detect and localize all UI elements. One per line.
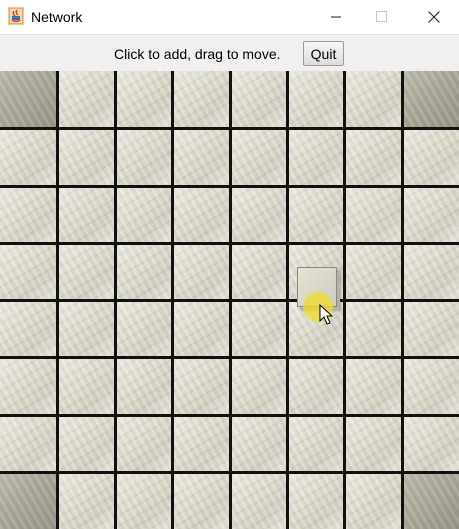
- grid-cell[interactable]: [346, 71, 401, 127]
- close-icon: [428, 11, 440, 23]
- grid-cell[interactable]: [346, 359, 401, 414]
- grid-cell[interactable]: [404, 417, 459, 471]
- maximize-icon: [376, 11, 387, 22]
- grid-cell[interactable]: [0, 188, 56, 242]
- grid-cell[interactable]: [59, 245, 114, 299]
- grid-cell[interactable]: [404, 245, 459, 299]
- grid-cell[interactable]: [232, 71, 286, 127]
- grid-cell[interactable]: [404, 130, 459, 185]
- grid-cell[interactable]: [174, 359, 229, 414]
- grid-cell[interactable]: [346, 417, 401, 471]
- grid-cell[interactable]: [289, 130, 343, 185]
- minimize-button[interactable]: [314, 0, 360, 34]
- grid-cell[interactable]: [0, 417, 56, 471]
- grid-cell[interactable]: [59, 188, 114, 242]
- grid-cell[interactable]: [289, 71, 343, 127]
- grid-cell[interactable]: [289, 474, 343, 529]
- mouse-pointer-icon: [319, 304, 334, 325]
- grid-cell[interactable]: [117, 130, 171, 185]
- grid-cell[interactable]: [232, 417, 286, 471]
- grid-cell[interactable]: [346, 302, 401, 356]
- minimize-icon: [331, 16, 341, 18]
- grid-cell[interactable]: [232, 359, 286, 414]
- network-grid[interactable]: [0, 71, 459, 529]
- grid-cell[interactable]: [346, 188, 401, 242]
- grid-cell[interactable]: [59, 71, 114, 127]
- grid-cell[interactable]: [174, 302, 229, 356]
- grid-cell[interactable]: [117, 302, 171, 356]
- corner-cell[interactable]: [0, 474, 56, 529]
- window-title: Network: [31, 9, 83, 25]
- grid-cell[interactable]: [404, 359, 459, 414]
- grid-cell[interactable]: [0, 130, 56, 185]
- grid-cell[interactable]: [59, 417, 114, 471]
- grid-cell[interactable]: [59, 359, 114, 414]
- grid-cell[interactable]: [232, 302, 286, 356]
- java-cup-icon: [8, 7, 24, 25]
- grid-cell[interactable]: [289, 188, 343, 242]
- grid-cell[interactable]: [232, 130, 286, 185]
- grid-cell[interactable]: [232, 474, 286, 529]
- grid-cell[interactable]: [404, 188, 459, 242]
- grid-cell[interactable]: [174, 188, 229, 242]
- close-button[interactable]: [411, 0, 457, 34]
- grid-cell[interactable]: [346, 474, 401, 529]
- grid-cell[interactable]: [59, 474, 114, 529]
- corner-cell[interactable]: [404, 71, 459, 127]
- grid-cell[interactable]: [0, 359, 56, 414]
- grid-cell[interactable]: [174, 71, 229, 127]
- grid-cell[interactable]: [346, 245, 401, 299]
- grid-cell[interactable]: [346, 130, 401, 185]
- title-bar[interactable]: Network: [0, 0, 459, 34]
- grid-cell[interactable]: [0, 245, 56, 299]
- quit-button[interactable]: Quit: [303, 41, 344, 66]
- grid-cell[interactable]: [174, 245, 229, 299]
- grid-cell[interactable]: [117, 188, 171, 242]
- grid-cell[interactable]: [232, 245, 286, 299]
- grid-cell[interactable]: [117, 417, 171, 471]
- toolbar: Click to add, drag to move. Quit: [0, 34, 459, 72]
- instructions-label: Click to add, drag to move.: [114, 46, 281, 62]
- grid-cell[interactable]: [117, 245, 171, 299]
- grid-cell[interactable]: [59, 130, 114, 185]
- grid-cell[interactable]: [0, 302, 56, 356]
- grid-cell[interactable]: [117, 71, 171, 127]
- maximize-button[interactable]: [359, 0, 405, 34]
- grid-cell[interactable]: [117, 474, 171, 529]
- grid-cell[interactable]: [174, 474, 229, 529]
- corner-cell[interactable]: [0, 71, 56, 127]
- corner-cell[interactable]: [404, 474, 459, 529]
- grid-cell[interactable]: [289, 359, 343, 414]
- grid-cell[interactable]: [232, 188, 286, 242]
- grid-cell[interactable]: [117, 359, 171, 414]
- grid-cell[interactable]: [404, 302, 459, 356]
- grid-cell[interactable]: [59, 302, 114, 356]
- app-window: Network Click to add, drag to move. Quit: [0, 0, 459, 529]
- grid-cell[interactable]: [174, 417, 229, 471]
- grid-cell[interactable]: [289, 417, 343, 471]
- grid-cell[interactable]: [174, 130, 229, 185]
